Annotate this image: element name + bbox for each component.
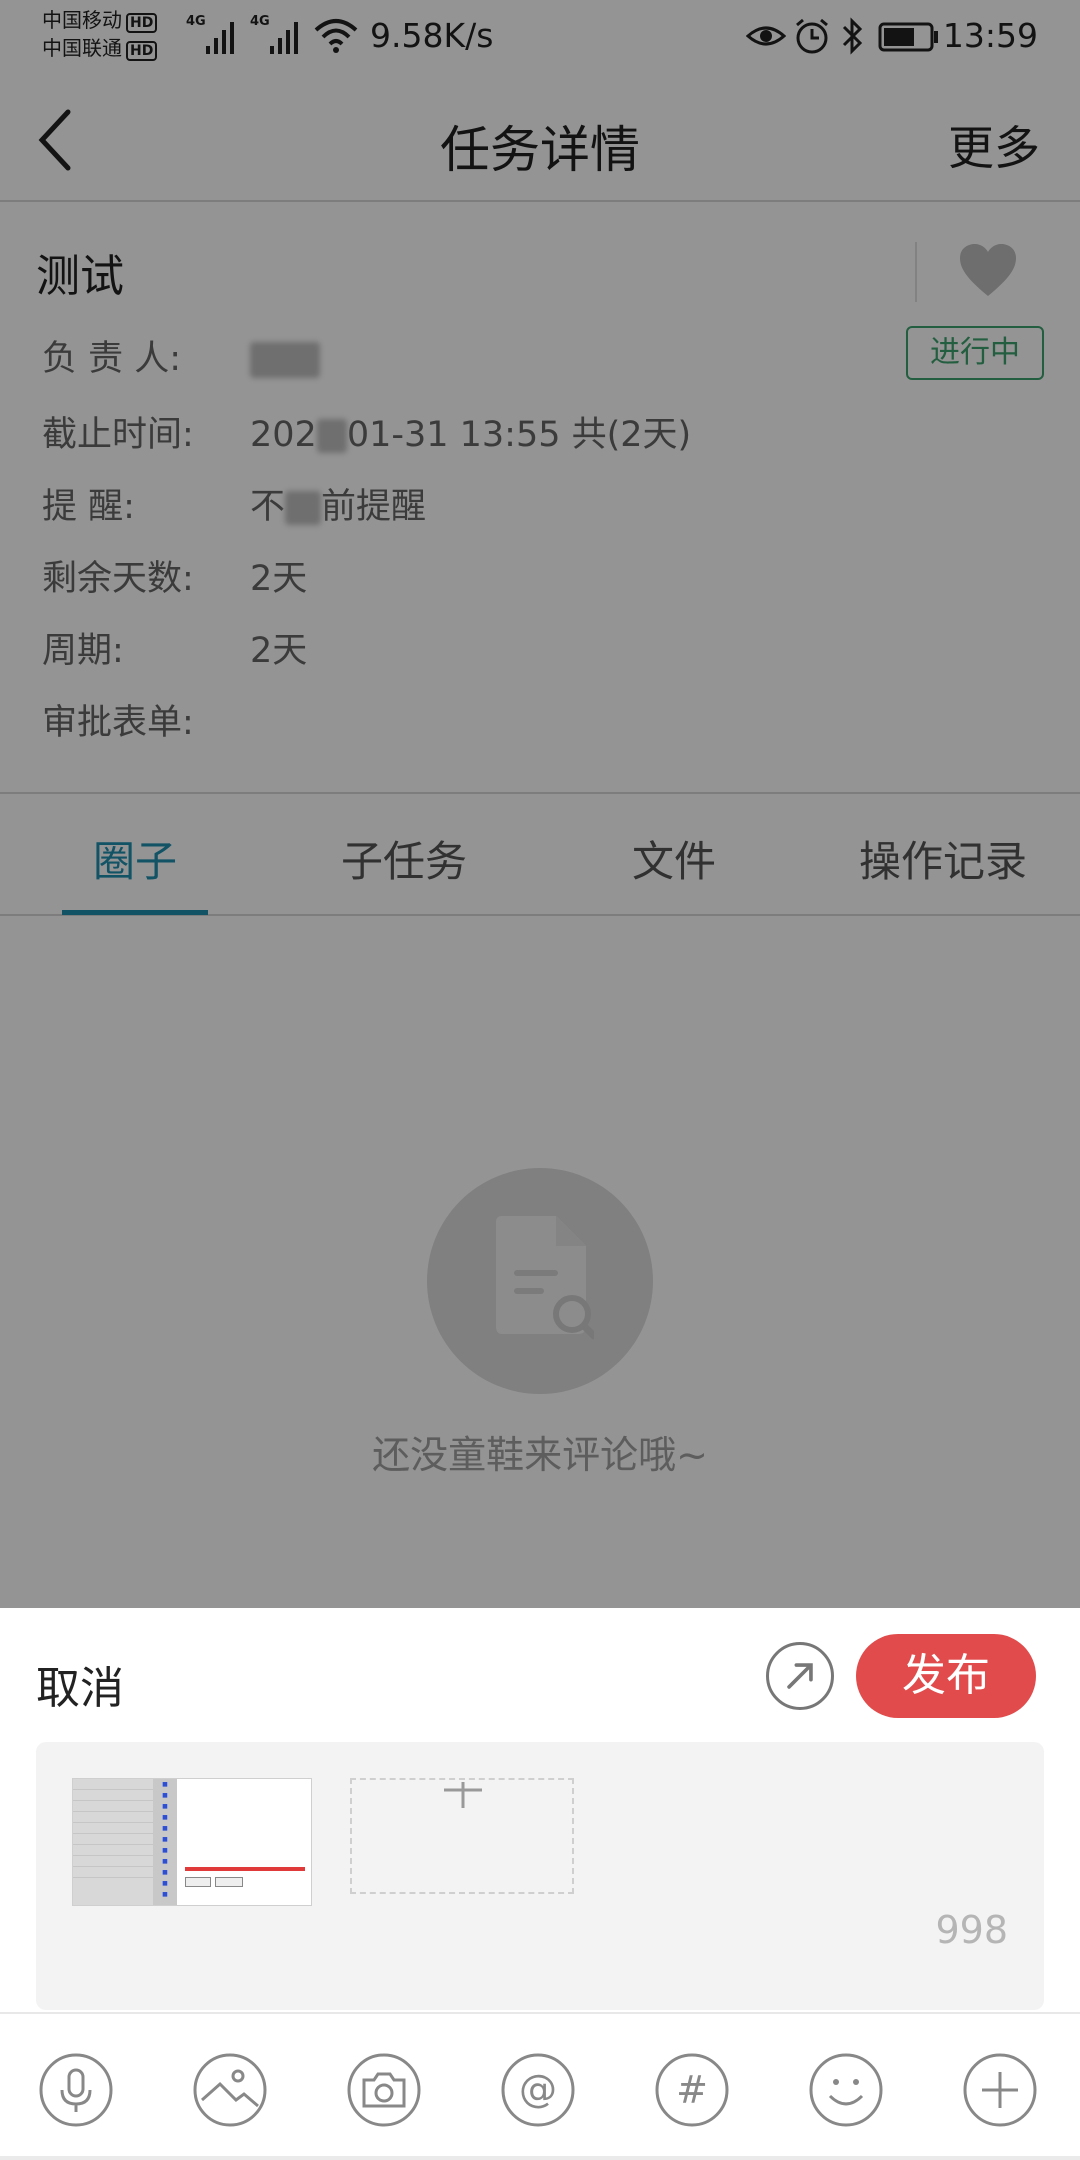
plus-icon <box>444 1782 482 1808</box>
modal-dim-overlay[interactable] <box>0 0 1080 1608</box>
hashtag-icon[interactable]: # <box>654 2052 730 2128</box>
divider <box>0 2012 1080 2014</box>
emoji-icon[interactable] <box>808 2052 884 2128</box>
publish-button[interactable]: 发布 <box>856 1634 1036 1718</box>
more-plus-icon[interactable] <box>962 2052 1038 2128</box>
expand-icon[interactable] <box>766 1642 834 1710</box>
microphone-icon[interactable] <box>38 2052 114 2128</box>
svg-text:#: # <box>676 2068 708 2112</box>
char-counter: 998 <box>935 1908 1008 1952</box>
camera-icon[interactable] <box>346 2052 422 2128</box>
attached-image-thumbnail[interactable]: ■ ■ ■ ■ ■ ■ ■ ■ ■ ■ ■ <box>72 1778 312 1906</box>
image-icon[interactable] <box>192 2052 268 2128</box>
comment-input[interactable]: ■ ■ ■ ■ ■ ■ ■ ■ ■ ■ ■ 998 <box>36 1742 1044 2010</box>
svg-text:@: @ <box>519 2067 557 2111</box>
add-image-button[interactable] <box>350 1778 574 1894</box>
mention-icon[interactable]: @ <box>500 2052 576 2128</box>
cancel-button[interactable]: 取消 <box>36 1652 124 1716</box>
nav-bar-line <box>0 2156 1080 2160</box>
comment-sheet: 取消 发布 ■ ■ ■ ■ ■ ■ ■ ■ ■ ■ ■ 998 @ # <box>0 1608 1080 2160</box>
